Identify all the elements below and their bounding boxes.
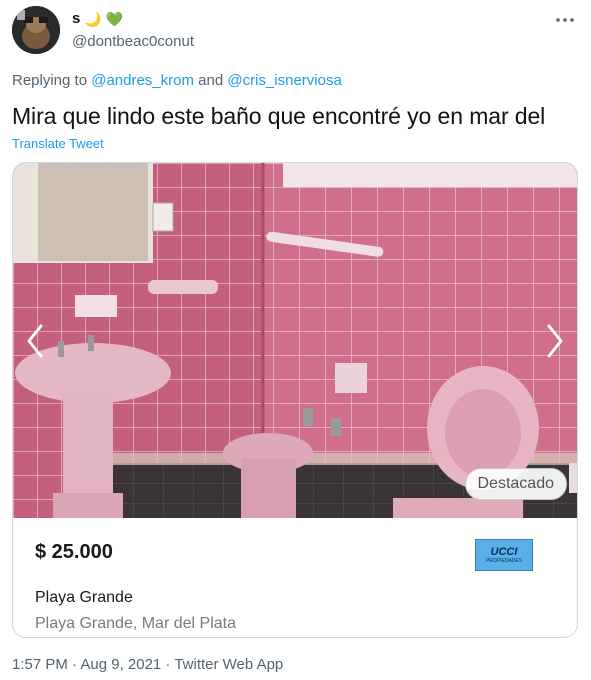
location-subtitle: Playa Grande, Mar del Plata: [35, 615, 236, 632]
green-heart-emoji: 💚: [105, 10, 124, 27]
tweet-timestamp[interactable]: 1:57 PM · Aug 9, 2021 · Twitter Web App: [12, 656, 283, 673]
bathroom-photo[interactable]: Destacado: [13, 163, 577, 518]
location-title: Playa Grande: [35, 589, 133, 606]
reply-user-link[interactable]: @andres_krom: [91, 72, 194, 89]
listing-card[interactable]: Destacado $ 25.000 UCCI PROPIEDADES Play…: [12, 162, 578, 638]
replying-to: Replying to @andres_krom and @cris_isner…: [12, 72, 342, 89]
logo-text: UCCI: [490, 545, 518, 558]
user-handle[interactable]: @dontbeac0conut: [72, 33, 194, 50]
replying-prefix: Replying to: [12, 72, 88, 89]
avatar[interactable]: [12, 6, 60, 54]
replying-and: and: [198, 72, 224, 89]
translate-tweet-link[interactable]: Translate Tweet: [12, 136, 104, 151]
chevron-right-icon[interactable]: [541, 320, 569, 362]
name-row: s 🌙 💚: [72, 10, 123, 27]
reply-user-link[interactable]: @cris_isnerviosa: [227, 72, 341, 89]
chevron-left-icon[interactable]: [21, 320, 49, 362]
tweet-text: Mira que lindo este baño que encontré yo…: [12, 103, 546, 129]
moon-emoji: 🌙: [84, 10, 102, 27]
more-horizontal-icon[interactable]: [553, 8, 577, 32]
tweet-header: s 🌙 💚 @dontbeac0conut: [12, 6, 579, 62]
featured-badge: Destacado: [464, 468, 567, 500]
agency-logo[interactable]: UCCI PROPIEDADES: [475, 539, 533, 571]
display-name[interactable]: s: [72, 10, 80, 27]
listing-price: $ 25.000: [35, 541, 113, 563]
logo-subtext: PROPIEDADES: [485, 557, 523, 564]
